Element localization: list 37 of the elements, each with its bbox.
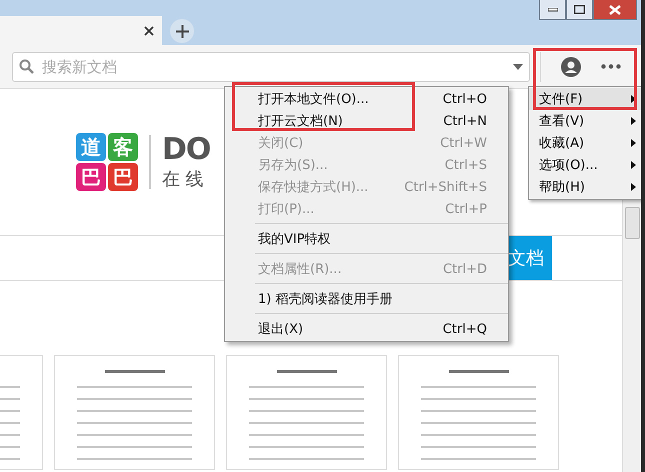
minimize-button[interactable]: [539, 0, 566, 20]
document-thumbnail[interactable]: [54, 355, 215, 470]
logo-tile: 巴: [108, 163, 138, 191]
menu-item[interactable]: 查看(V): [529, 110, 641, 132]
submenu-arrow-icon: [631, 139, 636, 147]
logo-tile: 道: [76, 133, 106, 161]
menu-item[interactable]: 收藏(A): [529, 132, 641, 154]
plus-icon: [176, 24, 188, 38]
close-icon[interactable]: [144, 26, 154, 36]
maximize-button[interactable]: [566, 0, 593, 20]
search-bar[interactable]: 搜索新文档: [12, 52, 530, 82]
submenu-arrow-icon: [631, 161, 636, 169]
logo-tile: 巴: [76, 163, 106, 191]
submenu-arrow-icon: [631, 183, 636, 191]
submenu-arrow-icon: [631, 117, 636, 125]
submenu-arrow-icon: [631, 95, 636, 103]
dropdown-icon[interactable]: [513, 64, 523, 70]
user-icon: [561, 56, 581, 76]
close-icon: [609, 4, 621, 14]
maximize-icon: [574, 5, 585, 14]
document-thumbnail[interactable]: [226, 355, 387, 470]
brand-name: DO: [162, 133, 210, 167]
scrollbar-thumb[interactable]: [625, 207, 640, 239]
document-thumbnail[interactable]: [398, 355, 559, 470]
minimize-icon: [548, 8, 558, 12]
menu-item[interactable]: 1) 稻壳阅读器使用手册: [225, 288, 508, 310]
close-window-button[interactable]: [593, 0, 637, 20]
menu-item[interactable]: 打开云文档(N) Ctrl+N: [225, 110, 508, 132]
logo-tile: 客: [108, 133, 138, 161]
menu-item[interactable]: 选项(O)...: [529, 154, 641, 176]
menu-item[interactable]: 帮助(H): [529, 176, 641, 198]
brand-tagline: 在 线: [162, 168, 205, 191]
more-icon: [601, 64, 621, 69]
menu-item[interactable]: 退出(X) Ctrl+Q: [225, 318, 508, 340]
search-icon: [19, 59, 34, 74]
menu-item[interactable]: 打开本地文件(O)... Ctrl+O: [225, 88, 508, 110]
new-tab-button[interactable]: [170, 19, 194, 43]
